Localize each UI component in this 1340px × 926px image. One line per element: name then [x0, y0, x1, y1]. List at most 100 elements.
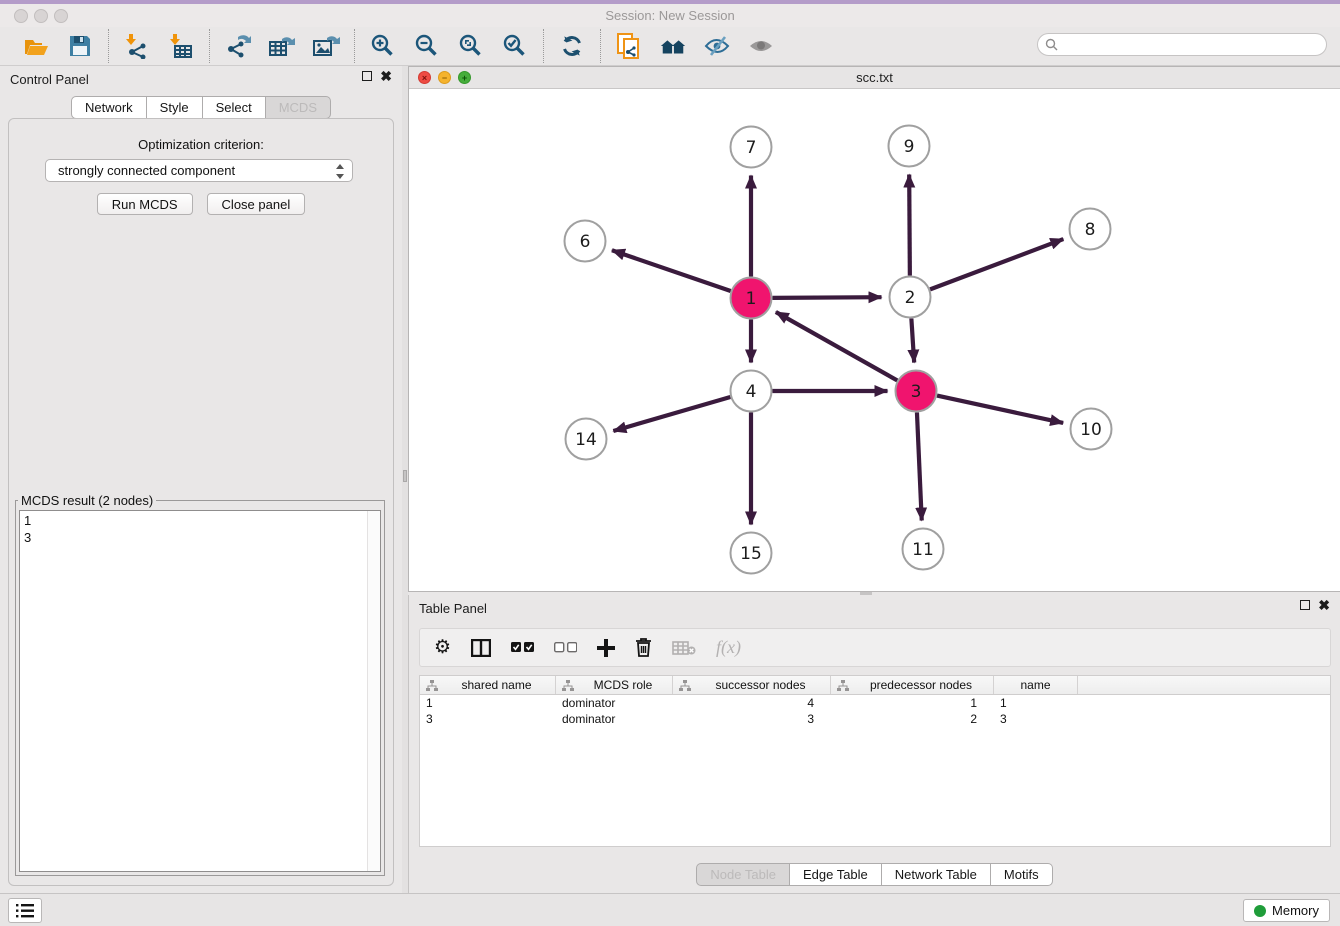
column-header-shared-name[interactable]: shared name — [420, 676, 556, 694]
float-panel-icon[interactable] — [362, 71, 372, 81]
graph-edge-3-10[interactable] — [937, 396, 1063, 423]
mcds-result-text[interactable]: 1 3 — [19, 510, 381, 872]
graph-edge-2-9[interactable] — [909, 174, 910, 275]
window-title: Session: New Session — [0, 8, 1340, 23]
save-session-icon[interactable] — [66, 32, 94, 60]
table-tabs: Node Table Edge Table Network Table Moti… — [409, 863, 1340, 886]
import-table-icon[interactable] — [167, 32, 195, 60]
clone-network-icon[interactable] — [615, 32, 643, 60]
network-view-window: × − + scc.txt 1234678910111415 — [408, 66, 1340, 592]
tab-edge-table[interactable]: Edge Table — [790, 863, 882, 886]
zoom-fit-icon[interactable] — [457, 32, 485, 60]
tab-network-table[interactable]: Network Table — [882, 863, 991, 886]
column-type-icon — [562, 680, 574, 691]
list-icon — [16, 904, 34, 918]
column-header-successor-nodes[interactable]: successor nodes — [673, 676, 831, 694]
task-history-button[interactable] — [8, 898, 42, 923]
graph-edge-1-6[interactable] — [612, 250, 731, 291]
split-panel-icon[interactable] — [471, 639, 491, 657]
graph-node-label: 1 — [746, 289, 757, 309]
optimization-criterion-label: Optimization criterion: — [9, 137, 393, 152]
tab-network[interactable]: Network — [71, 96, 147, 119]
app-window: Session: New Session — [0, 0, 1340, 926]
titlebar: Session: New Session — [0, 4, 1340, 27]
function-builder-icon[interactable]: f(x) — [716, 637, 741, 658]
float-table-panel-icon[interactable] — [1300, 600, 1310, 610]
export-network-icon[interactable] — [224, 32, 252, 60]
graph-node-14[interactable]: 14 — [566, 419, 607, 460]
criterion-dropdown[interactable]: strongly connected component — [45, 159, 353, 182]
memory-button[interactable]: Memory — [1243, 899, 1330, 922]
graph-node-15[interactable]: 15 — [731, 533, 772, 574]
export-table-icon[interactable] — [268, 32, 296, 60]
graph-node-8[interactable]: 8 — [1070, 209, 1111, 250]
delete-column-icon[interactable] — [635, 638, 652, 657]
graph-node-4[interactable]: 4 — [731, 371, 772, 412]
node-table: shared name MCDS role successor nodes pr… — [419, 675, 1331, 847]
zoom-in-icon[interactable] — [369, 32, 397, 60]
graph-edge-2-3[interactable] — [911, 318, 914, 362]
graph-edge-4-14[interactable] — [613, 397, 730, 431]
gear-icon[interactable]: ⚙ — [434, 638, 451, 657]
graph-edge-2-8[interactable] — [930, 239, 1063, 289]
graph-edge-1-2[interactable] — [772, 297, 881, 298]
tab-select[interactable]: Select — [203, 96, 266, 119]
control-panel-title: Control Panel — [10, 72, 89, 87]
graph-node-9[interactable]: 9 — [889, 126, 930, 167]
tab-style[interactable]: Style — [147, 96, 203, 119]
graph-node-2[interactable]: 2 — [890, 277, 931, 318]
cell-mcds-role: dominator — [556, 711, 673, 727]
add-column-icon[interactable] — [597, 639, 615, 657]
cell-shared-name: 3 — [420, 711, 556, 727]
export-image-icon[interactable] — [312, 32, 340, 60]
result-line: 3 — [24, 529, 376, 546]
graph-node-3[interactable]: 3 — [896, 371, 937, 412]
table-row[interactable]: 3 dominator 3 2 3 — [420, 711, 1330, 727]
hide-eye-icon[interactable] — [703, 32, 731, 60]
show-eye-icon[interactable] — [747, 32, 775, 60]
home-reset-icon[interactable] — [659, 32, 687, 60]
zoom-selected-icon[interactable] — [501, 32, 529, 60]
table-row[interactable]: 1 dominator 4 1 1 — [420, 695, 1330, 711]
select-all-icon[interactable] — [511, 642, 534, 653]
splitter-grip[interactable] — [403, 470, 407, 482]
graph-edge-3-11[interactable] — [917, 412, 922, 520]
network-canvas[interactable]: 1 2 3 4 6 7 8 9 10 11 14 15 — [409, 89, 1339, 591]
column-header-name[interactable]: name — [994, 676, 1078, 694]
zoom-out-icon[interactable] — [413, 32, 441, 60]
refresh-layout-icon[interactable] — [558, 32, 586, 60]
column-header-mcds-role[interactable]: MCDS role — [556, 676, 673, 694]
mcds-result-title: MCDS result (2 nodes) — [18, 493, 156, 508]
result-scrollbar[interactable] — [367, 511, 380, 871]
table-panel-title: Table Panel — [419, 601, 487, 616]
search-icon — [1045, 38, 1058, 51]
control-panel-tabs: Network Style Select MCDS — [0, 96, 402, 119]
graph-node-10[interactable]: 10 — [1071, 409, 1112, 450]
import-network-icon[interactable] — [123, 32, 151, 60]
close-panel-icon[interactable]: ✖ — [380, 71, 392, 81]
graph-node-label: 7 — [746, 138, 757, 158]
tab-node-table[interactable]: Node Table — [696, 863, 790, 886]
close-panel-button[interactable]: Close panel — [207, 193, 306, 215]
graph-node-11[interactable]: 11 — [903, 529, 944, 570]
deselect-all-icon[interactable] — [554, 642, 577, 653]
close-table-panel-icon[interactable]: ✖ — [1318, 600, 1330, 610]
table-toolbar: ⚙ f(x) — [419, 628, 1331, 667]
column-type-icon — [679, 680, 691, 691]
search-input[interactable] — [1037, 33, 1327, 56]
graph-node-label: 11 — [912, 540, 934, 560]
graph-edge-3-1[interactable] — [776, 312, 897, 380]
column-header-predecessor-nodes[interactable]: predecessor nodes — [831, 676, 994, 694]
run-mcds-button[interactable]: Run MCDS — [97, 193, 193, 215]
tab-mcds[interactable]: MCDS — [266, 96, 331, 119]
delete-table-icon[interactable] — [672, 641, 696, 655]
tab-motifs[interactable]: Motifs — [991, 863, 1053, 886]
graph-node-7[interactable]: 7 — [731, 127, 772, 168]
cell-shared-name: 1 — [420, 695, 556, 711]
cell-predecessor-nodes: 2 — [831, 711, 994, 727]
graph-node-label: 8 — [1085, 220, 1096, 240]
graph-node-6[interactable]: 6 — [565, 221, 606, 262]
graph-node-1[interactable]: 1 — [731, 278, 772, 319]
table-header-row: shared name MCDS role successor nodes pr… — [420, 676, 1330, 695]
open-session-icon[interactable] — [22, 32, 50, 60]
